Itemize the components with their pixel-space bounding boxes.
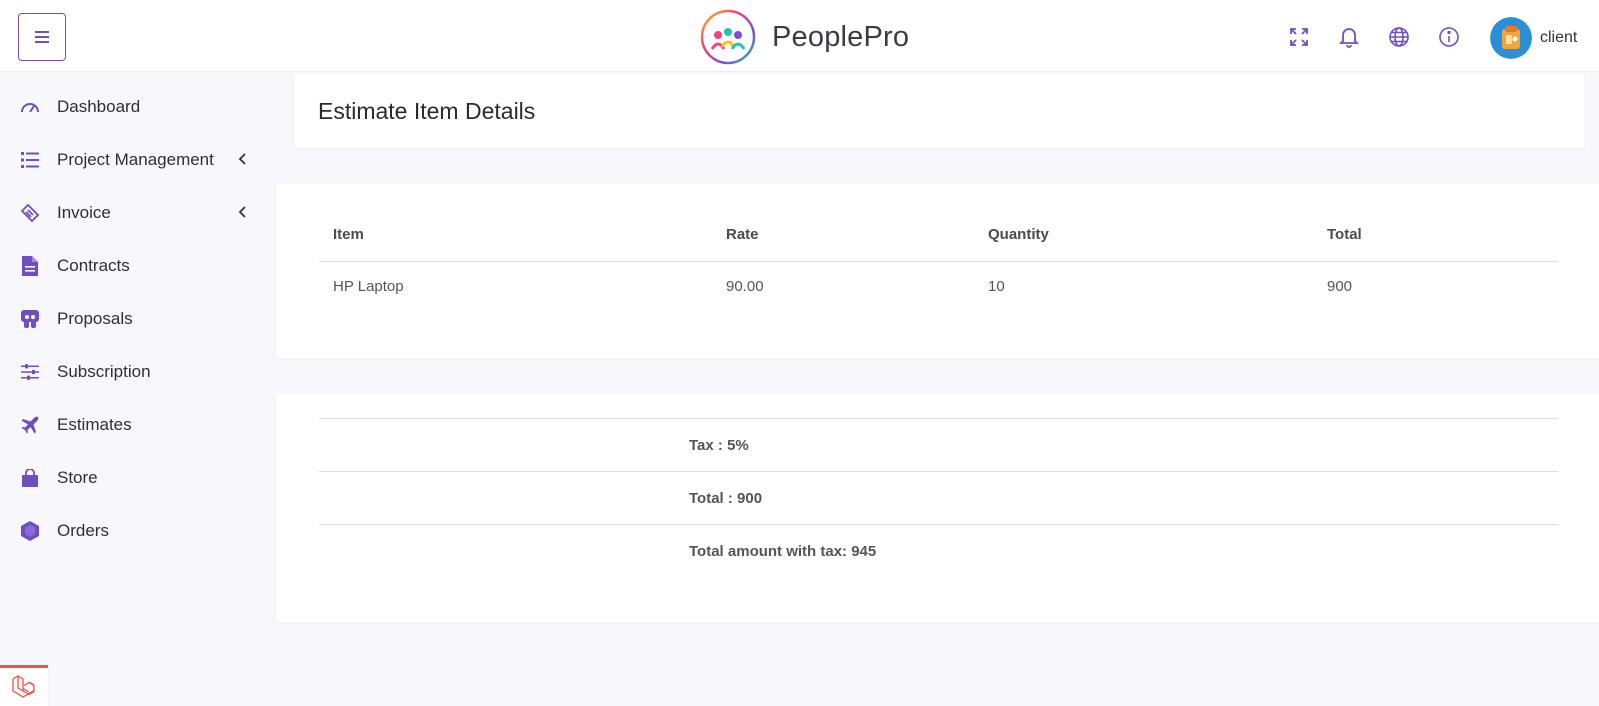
- column-header-quantity: Quantity: [988, 226, 1049, 243]
- sidebar-item-label: Contracts: [57, 256, 130, 275]
- info-icon[interactable]: [1436, 24, 1462, 50]
- sidebar-item-label: Proposals: [57, 309, 133, 328]
- estimate-items-table: Item Rate Quantity Total HP Laptop 90.00…: [276, 184, 1599, 358]
- user-menu[interactable]: client: [1490, 17, 1577, 59]
- summary-divider: [319, 471, 1558, 472]
- sidebar-item-label: Subscription: [57, 362, 151, 381]
- cell-rate: 90.00: [726, 278, 764, 295]
- total-label: Total : 900: [689, 490, 763, 507]
- sliders-icon: [19, 361, 41, 383]
- cell-total: 900: [1327, 278, 1353, 295]
- sidebar-item-orders[interactable]: Orders: [0, 504, 272, 558]
- avatar: [1490, 17, 1532, 59]
- table-header-divider: [319, 261, 1558, 262]
- sidebar-item-label: Orders: [57, 521, 109, 540]
- shopping-bag-icon: [19, 467, 41, 489]
- bell-icon[interactable]: [1336, 24, 1362, 50]
- tax-label: Tax : 5%: [689, 437, 749, 454]
- menu-toggle-button[interactable]: [18, 13, 66, 61]
- brand[interactable]: PeoplePro: [700, 8, 909, 66]
- ticket-icon: [19, 202, 41, 224]
- sidebar-item-proposals[interactable]: Proposals: [0, 292, 272, 346]
- document-icon: [19, 255, 41, 277]
- laravel-debugbar-button[interactable]: [0, 665, 48, 706]
- hamburger-icon: [35, 31, 49, 43]
- cell-quantity: 10: [988, 278, 1005, 295]
- sidebar-item-label: Store: [57, 468, 98, 487]
- page-title-card: Estimate Item Details: [294, 74, 1584, 148]
- estimate-summary: Tax : 5% Total : 900 Total amount with t…: [276, 394, 1599, 622]
- sidebar: Dashboard Project Management Invoice Con…: [0, 73, 272, 706]
- page-title: Estimate Item Details: [318, 98, 536, 124]
- total-with-tax-label: Total amount with tax: 945: [689, 543, 877, 560]
- plane-icon: [19, 414, 41, 436]
- sidebar-item-project-management[interactable]: Project Management: [0, 133, 272, 187]
- column-header-total: Total: [1327, 226, 1362, 243]
- summary-divider: [319, 524, 1558, 525]
- globe-icon[interactable]: [1386, 24, 1412, 50]
- proposal-icon: [19, 308, 41, 330]
- brand-name: PeoplePro: [772, 20, 910, 53]
- summary-divider: [319, 418, 1558, 419]
- user-name: client: [1540, 29, 1578, 46]
- hexagon-icon: [19, 520, 41, 542]
- sidebar-item-dashboard[interactable]: Dashboard: [0, 80, 272, 134]
- fullscreen-icon[interactable]: [1286, 24, 1312, 50]
- sidebar-item-label: Dashboard: [57, 97, 141, 116]
- sidebar-item-estimates[interactable]: Estimates: [0, 398, 272, 452]
- sidebar-item-label: Invoice: [57, 203, 111, 222]
- chevron-left-icon: [238, 206, 246, 218]
- top-header: PeoplePro client: [0, 0, 1599, 72]
- laravel-logo-icon: [12, 675, 35, 698]
- sidebar-item-contracts[interactable]: Contracts: [0, 239, 272, 293]
- list-icon: [19, 149, 41, 171]
- sidebar-item-label: Estimates: [57, 415, 132, 434]
- column-header-rate: Rate: [726, 226, 759, 243]
- brand-logo-icon: [700, 9, 756, 65]
- speedometer-icon: [19, 96, 41, 118]
- chevron-left-icon: [238, 153, 246, 165]
- sidebar-item-subscription[interactable]: Subscription: [0, 345, 272, 399]
- sidebar-item-label: Project Management: [57, 150, 214, 169]
- sidebar-item-invoice[interactable]: Invoice: [0, 186, 272, 240]
- cell-item: HP Laptop: [333, 278, 404, 295]
- column-header-item: Item: [333, 226, 364, 243]
- sidebar-item-store[interactable]: Store: [0, 451, 272, 505]
